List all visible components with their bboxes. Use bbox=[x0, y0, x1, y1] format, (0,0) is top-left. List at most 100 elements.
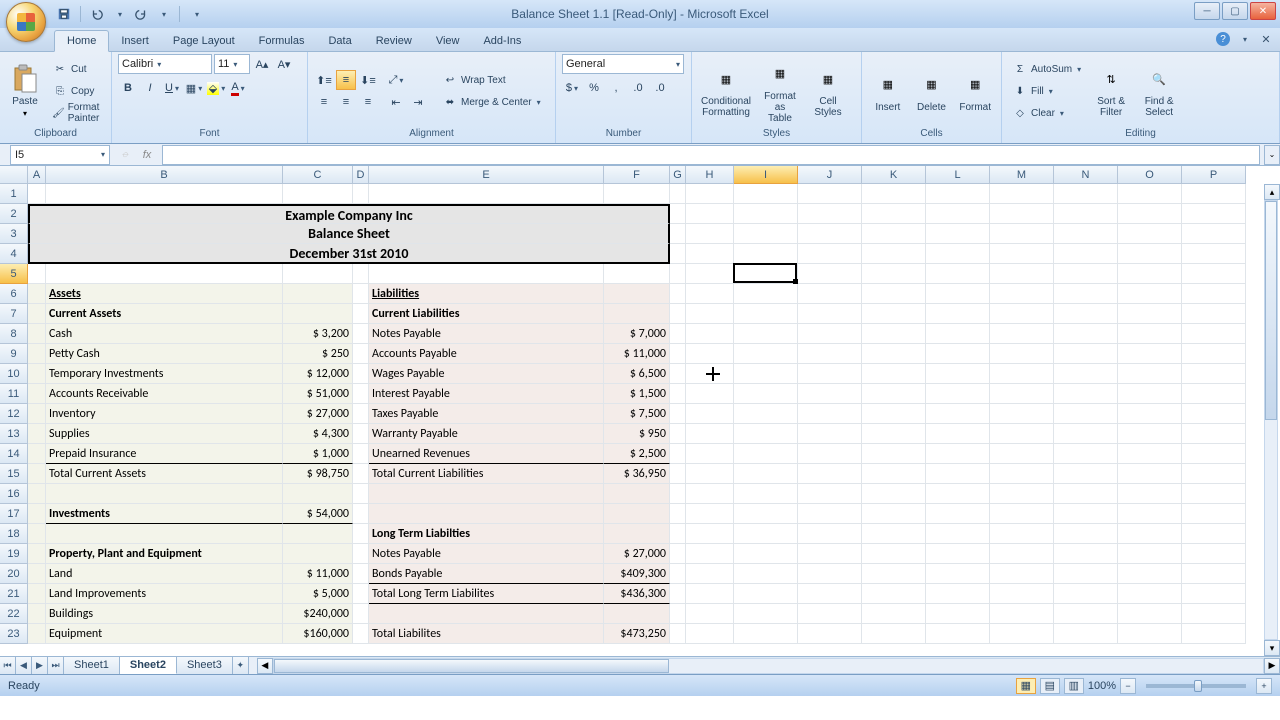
cell[interactable] bbox=[604, 284, 670, 304]
cell[interactable] bbox=[990, 624, 1054, 644]
cell[interactable] bbox=[686, 384, 734, 404]
cell[interactable]: $ 54,000 bbox=[283, 504, 353, 524]
cell[interactable] bbox=[353, 484, 369, 504]
cell[interactable]: $160,000 bbox=[283, 624, 353, 644]
cell[interactable]: Temporary Investments bbox=[46, 364, 283, 384]
redo-icon[interactable] bbox=[133, 6, 149, 22]
cell[interactable] bbox=[670, 324, 686, 344]
cell[interactable] bbox=[1118, 424, 1182, 444]
cell[interactable] bbox=[926, 604, 990, 624]
cell[interactable] bbox=[926, 204, 990, 224]
cell[interactable] bbox=[28, 524, 46, 544]
align-center-button[interactable]: ≡ bbox=[336, 92, 356, 112]
tab-view[interactable]: View bbox=[424, 31, 472, 51]
cell[interactable] bbox=[798, 364, 862, 384]
cell[interactable] bbox=[926, 384, 990, 404]
cell[interactable]: Cash bbox=[46, 324, 283, 344]
column-header[interactable]: I bbox=[734, 166, 798, 184]
cell[interactable] bbox=[1118, 404, 1182, 424]
zoom-level[interactable]: 100% bbox=[1088, 680, 1116, 692]
fx-icon[interactable]: fx bbox=[138, 146, 156, 164]
cell[interactable] bbox=[990, 524, 1054, 544]
cell[interactable] bbox=[862, 564, 926, 584]
cell[interactable] bbox=[1054, 584, 1118, 604]
cell[interactable] bbox=[1182, 284, 1246, 304]
page-layout-view-icon[interactable]: ▤ bbox=[1040, 678, 1060, 694]
cell[interactable] bbox=[1118, 544, 1182, 564]
cell[interactable] bbox=[28, 584, 46, 604]
cell[interactable] bbox=[1054, 264, 1118, 284]
cell[interactable] bbox=[28, 304, 46, 324]
cell[interactable]: $ 27,000 bbox=[283, 404, 353, 424]
cell[interactable] bbox=[990, 284, 1054, 304]
cell[interactable] bbox=[734, 244, 798, 264]
cell[interactable] bbox=[990, 264, 1054, 284]
cell[interactable] bbox=[734, 624, 798, 644]
cell[interactable] bbox=[28, 464, 46, 484]
cell[interactable] bbox=[686, 324, 734, 344]
cell[interactable] bbox=[926, 344, 990, 364]
cell[interactable] bbox=[283, 184, 353, 204]
cell[interactable] bbox=[1054, 184, 1118, 204]
copy-button[interactable]: ⎘Copy bbox=[48, 81, 107, 101]
cell[interactable] bbox=[926, 284, 990, 304]
cell[interactable]: Land bbox=[46, 564, 283, 584]
cell[interactable] bbox=[353, 364, 369, 384]
column-header[interactable]: J bbox=[798, 166, 862, 184]
cell[interactable] bbox=[798, 604, 862, 624]
cell[interactable] bbox=[1118, 244, 1182, 264]
cell[interactable] bbox=[990, 484, 1054, 504]
column-header[interactable]: L bbox=[926, 166, 990, 184]
cell[interactable]: Notes Payable bbox=[369, 544, 604, 564]
cell[interactable] bbox=[734, 364, 798, 384]
cell[interactable] bbox=[1118, 224, 1182, 244]
cell[interactable] bbox=[734, 324, 798, 344]
cell[interactable] bbox=[798, 524, 862, 544]
cell[interactable] bbox=[28, 364, 46, 384]
cell[interactable] bbox=[46, 484, 283, 504]
cell[interactable] bbox=[990, 224, 1054, 244]
percent-button[interactable]: % bbox=[584, 78, 604, 98]
cell[interactable] bbox=[670, 484, 686, 504]
row-header[interactable]: 7 bbox=[0, 304, 28, 324]
cell[interactable] bbox=[926, 504, 990, 524]
cell[interactable] bbox=[1182, 224, 1246, 244]
cell[interactable] bbox=[670, 224, 686, 244]
cell[interactable] bbox=[862, 204, 926, 224]
cell[interactable] bbox=[1182, 304, 1246, 324]
cell[interactable] bbox=[1182, 564, 1246, 584]
cell[interactable] bbox=[1182, 244, 1246, 264]
cell[interactable] bbox=[798, 384, 862, 404]
cell[interactable]: $ 4,300 bbox=[283, 424, 353, 444]
cell[interactable] bbox=[28, 604, 46, 624]
cell[interactable] bbox=[734, 344, 798, 364]
cell[interactable] bbox=[369, 264, 604, 284]
cell[interactable] bbox=[1118, 624, 1182, 644]
cell[interactable] bbox=[686, 504, 734, 524]
cell[interactable] bbox=[734, 304, 798, 324]
cell[interactable] bbox=[1118, 464, 1182, 484]
cell[interactable] bbox=[798, 184, 862, 204]
cell[interactable] bbox=[1054, 504, 1118, 524]
cell[interactable] bbox=[686, 224, 734, 244]
cell[interactable] bbox=[353, 504, 369, 524]
cut-button[interactable]: ✂Cut bbox=[48, 59, 107, 79]
close-button[interactable]: ✕ bbox=[1250, 2, 1276, 20]
cell[interactable] bbox=[862, 244, 926, 264]
cell[interactable] bbox=[734, 604, 798, 624]
align-bottom-button[interactable]: ⬇≡ bbox=[358, 70, 378, 90]
cell[interactable] bbox=[686, 404, 734, 424]
cell[interactable] bbox=[353, 324, 369, 344]
cell[interactable]: Wages Payable bbox=[369, 364, 604, 384]
cell[interactable] bbox=[926, 304, 990, 324]
cell[interactable] bbox=[353, 544, 369, 564]
undo-dropdown[interactable] bbox=[111, 6, 127, 22]
cell[interactable] bbox=[686, 424, 734, 444]
select-all-corner[interactable] bbox=[0, 166, 28, 184]
cell[interactable]: $436,300 bbox=[604, 584, 670, 604]
cell[interactable] bbox=[686, 624, 734, 644]
cell[interactable] bbox=[926, 564, 990, 584]
cell[interactable]: Total Current Liabilities bbox=[369, 464, 604, 484]
cell[interactable] bbox=[734, 524, 798, 544]
scroll-right-icon[interactable]: ▶ bbox=[1264, 658, 1280, 674]
